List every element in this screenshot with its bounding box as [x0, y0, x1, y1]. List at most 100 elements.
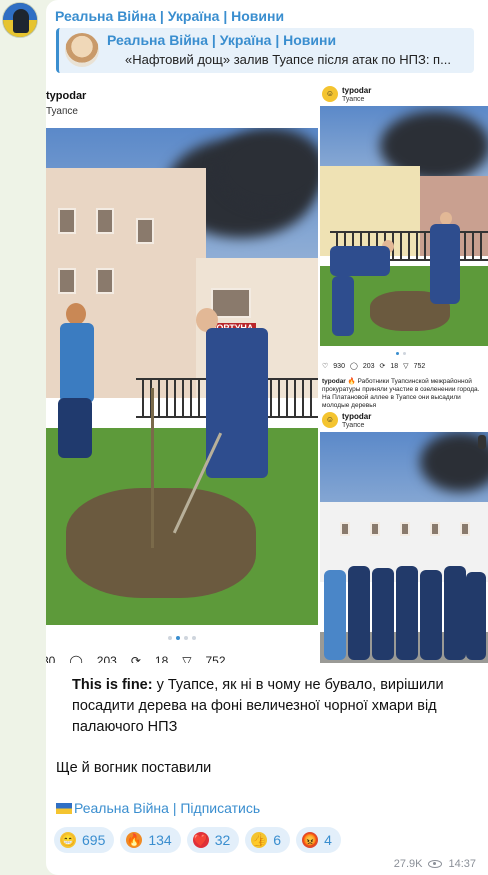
media-album[interactable]: typodar Туапсе ФОРТУНА — [46, 80, 488, 663]
reaction-button[interactable]: 👍 6 — [245, 827, 291, 853]
screenshot-username: typodar — [46, 90, 87, 102]
reply-thumbnail — [65, 33, 99, 67]
reposts-count: 18 — [390, 362, 399, 370]
reaction-count: 4 — [324, 832, 332, 848]
person-legs — [332, 276, 354, 336]
post-bold-lead: This is fine: — [72, 677, 153, 693]
caption-text: 🔥 Работники Туапсинской межрайонной прок… — [322, 378, 480, 409]
profile-logo-icon: ☺ — [322, 86, 338, 102]
screenshot-username: typodar — [342, 86, 372, 95]
subscribe-link[interactable]: Реальна Війна | Підписатись — [56, 800, 260, 816]
reaction-button[interactable]: 🔥 134 — [120, 827, 181, 853]
screenshot-stats: ♡ 930 ◯ 203 ⟳ 18 ▽ 752 — [322, 362, 426, 371]
reaction-button[interactable]: 😁 695 — [54, 827, 115, 853]
sapling — [151, 388, 154, 548]
window — [58, 268, 76, 294]
eye-icon — [428, 860, 443, 868]
screenshot-stats: 30 ◯ 203 ⟳ 18 ▽ 752 — [46, 654, 226, 663]
person-woman — [60, 323, 94, 403]
group-person — [348, 566, 370, 660]
reaction-emoji-icon: 🔥 — [126, 832, 143, 848]
channel-avatar[interactable] — [2, 2, 38, 38]
repost-icon: ⟳ — [130, 654, 141, 663]
carousel-dot — [403, 352, 406, 355]
ukraine-flag-icon — [56, 803, 72, 814]
group-person — [466, 572, 486, 660]
reposts-count: 18 — [154, 654, 169, 663]
reaction-emoji-icon: 👍 — [251, 832, 268, 848]
window — [400, 522, 410, 536]
carousel-dot — [168, 636, 172, 640]
carousel-dots — [396, 352, 406, 355]
avatar-figure — [13, 9, 29, 33]
group-person — [420, 570, 442, 660]
reaction-count: 6 — [273, 832, 282, 848]
carousel-dot — [184, 636, 188, 640]
tree-planting-photo: ФОРТУНА — [46, 128, 318, 625]
window — [96, 268, 114, 294]
post-caption: typodar 🔥 Работники Туапсинской межрайон… — [322, 378, 486, 410]
person-man-standing — [430, 224, 460, 304]
reaction-emoji-icon: 😡 — [302, 832, 319, 848]
left-screenshot[interactable]: typodar Туапсе ФОРТУНА — [46, 80, 318, 663]
reply-preview[interactable]: Реальна Війна | Україна | Новини «Нафтов… — [56, 28, 474, 73]
reactions-bar: 😁 695 🔥 134 ❤️ 32 👍 6 😡 4 — [54, 827, 341, 853]
smoke-cloud — [216, 128, 318, 208]
carousel-dot — [192, 636, 196, 640]
screenshot-username: typodar — [342, 412, 372, 421]
reaction-count: 32 — [214, 832, 231, 848]
window — [340, 522, 350, 536]
person-head — [66, 303, 86, 325]
carousel-dots — [168, 636, 196, 640]
comments-count: 203 — [96, 654, 117, 663]
reaction-count: 134 — [148, 832, 172, 848]
window — [96, 208, 114, 234]
group-person — [372, 568, 394, 660]
person-man — [206, 328, 268, 478]
reaction-count: 695 — [82, 832, 106, 848]
likes-count: 930 — [333, 362, 345, 370]
repost-icon: ⟳ — [379, 363, 386, 370]
post-text: This is fine: у Туапсе, як ні в чому не … — [56, 675, 456, 738]
likes-count: 30 — [46, 654, 56, 663]
reaction-button[interactable]: ❤️ 32 — [186, 827, 240, 853]
send-icon: ▽ — [403, 363, 409, 370]
reaction-emoji-icon: 😁 — [60, 832, 76, 848]
person-man-bending — [330, 246, 390, 276]
window — [370, 522, 380, 536]
window — [136, 218, 154, 244]
window — [460, 522, 470, 536]
signature-text: Реальна Війна | Підписатись — [74, 800, 261, 816]
carousel-dot-active — [176, 636, 180, 640]
scroll-arrow-icon[interactable] — [478, 435, 486, 449]
sends-count: 752 — [413, 362, 426, 370]
send-icon: ▽ — [182, 654, 192, 663]
views-count: 27.9K — [393, 858, 423, 870]
reply-text: «Нафтовий дощ» залив Туапсе після атак п… — [125, 52, 451, 67]
channel-name[interactable]: Реальна Війна | Україна | Новини — [55, 8, 284, 24]
group-photo — [320, 432, 488, 663]
window — [58, 208, 76, 234]
right-screenshot[interactable]: ☺ typodar Туапсе ♡ 930 ◯ 203 ⟳ 18 ▽ 752 … — [320, 80, 488, 663]
reply-title: Реальна Війна | Україна | Новини — [107, 32, 337, 48]
dirt-patch — [66, 488, 256, 598]
message-meta: 27.9K 14:37 — [394, 858, 476, 870]
screenshot-location: Туапсе — [46, 106, 78, 117]
group-person — [324, 570, 346, 660]
post-line-2: Ще й вогник поставили — [56, 760, 212, 776]
group-person — [396, 566, 418, 660]
comments-count: 203 — [362, 362, 375, 370]
carousel-dot-active — [396, 352, 399, 355]
tree-planting-photo-2 — [320, 106, 488, 346]
screenshot-location: Туапсе — [342, 96, 365, 103]
message-time: 14:37 — [448, 858, 476, 870]
group-person — [444, 566, 466, 660]
reaction-emoji-icon: ❤️ — [192, 832, 209, 848]
window — [211, 288, 251, 318]
comment-icon: ◯ — [349, 363, 358, 370]
reaction-button[interactable]: 😡 4 — [296, 827, 341, 853]
screenshot-location: Туапсе — [342, 422, 365, 429]
profile-logo-icon: ☺ — [322, 412, 338, 428]
caption-username: typodar — [322, 378, 346, 385]
heart-icon: ♡ — [322, 363, 329, 370]
